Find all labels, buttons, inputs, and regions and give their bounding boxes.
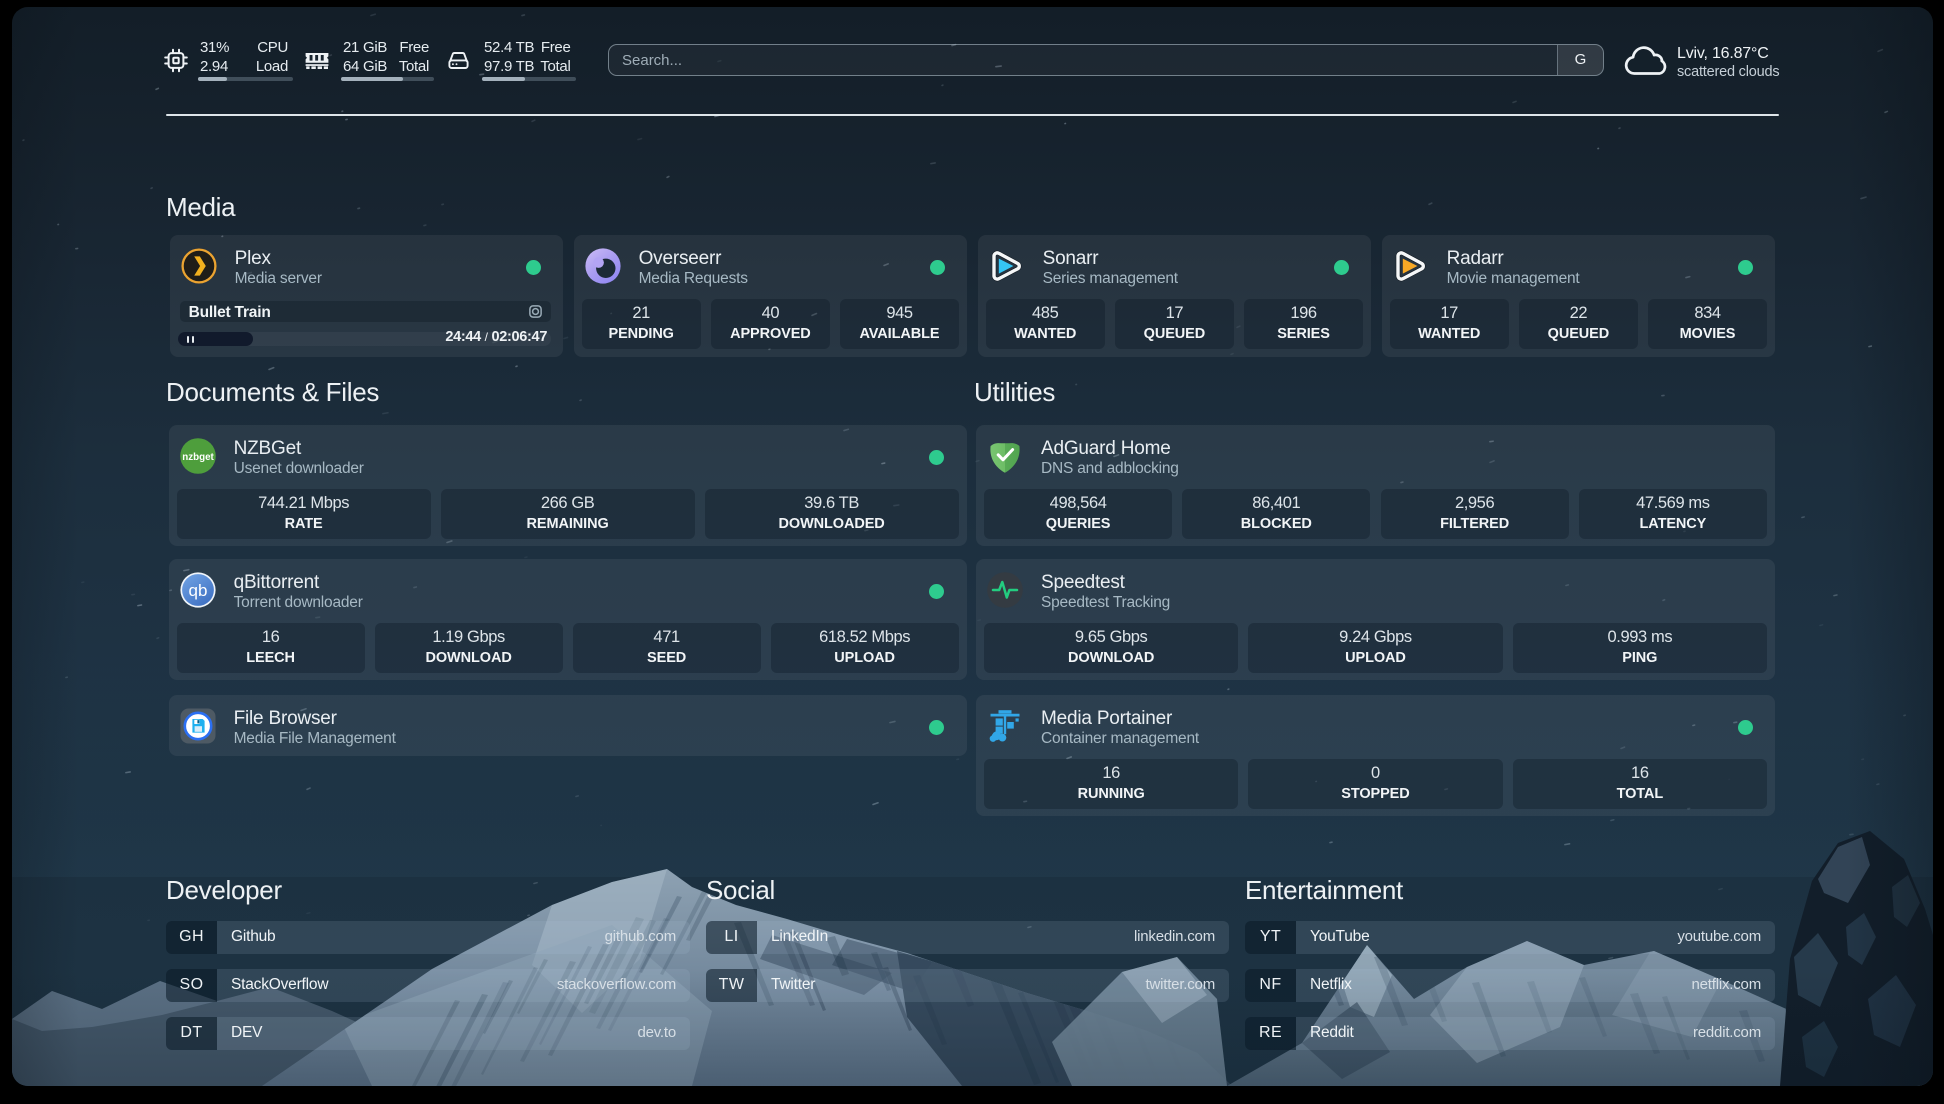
svg-text:qb: qb	[188, 581, 207, 600]
svg-text:nzbget: nzbget	[182, 452, 214, 463]
